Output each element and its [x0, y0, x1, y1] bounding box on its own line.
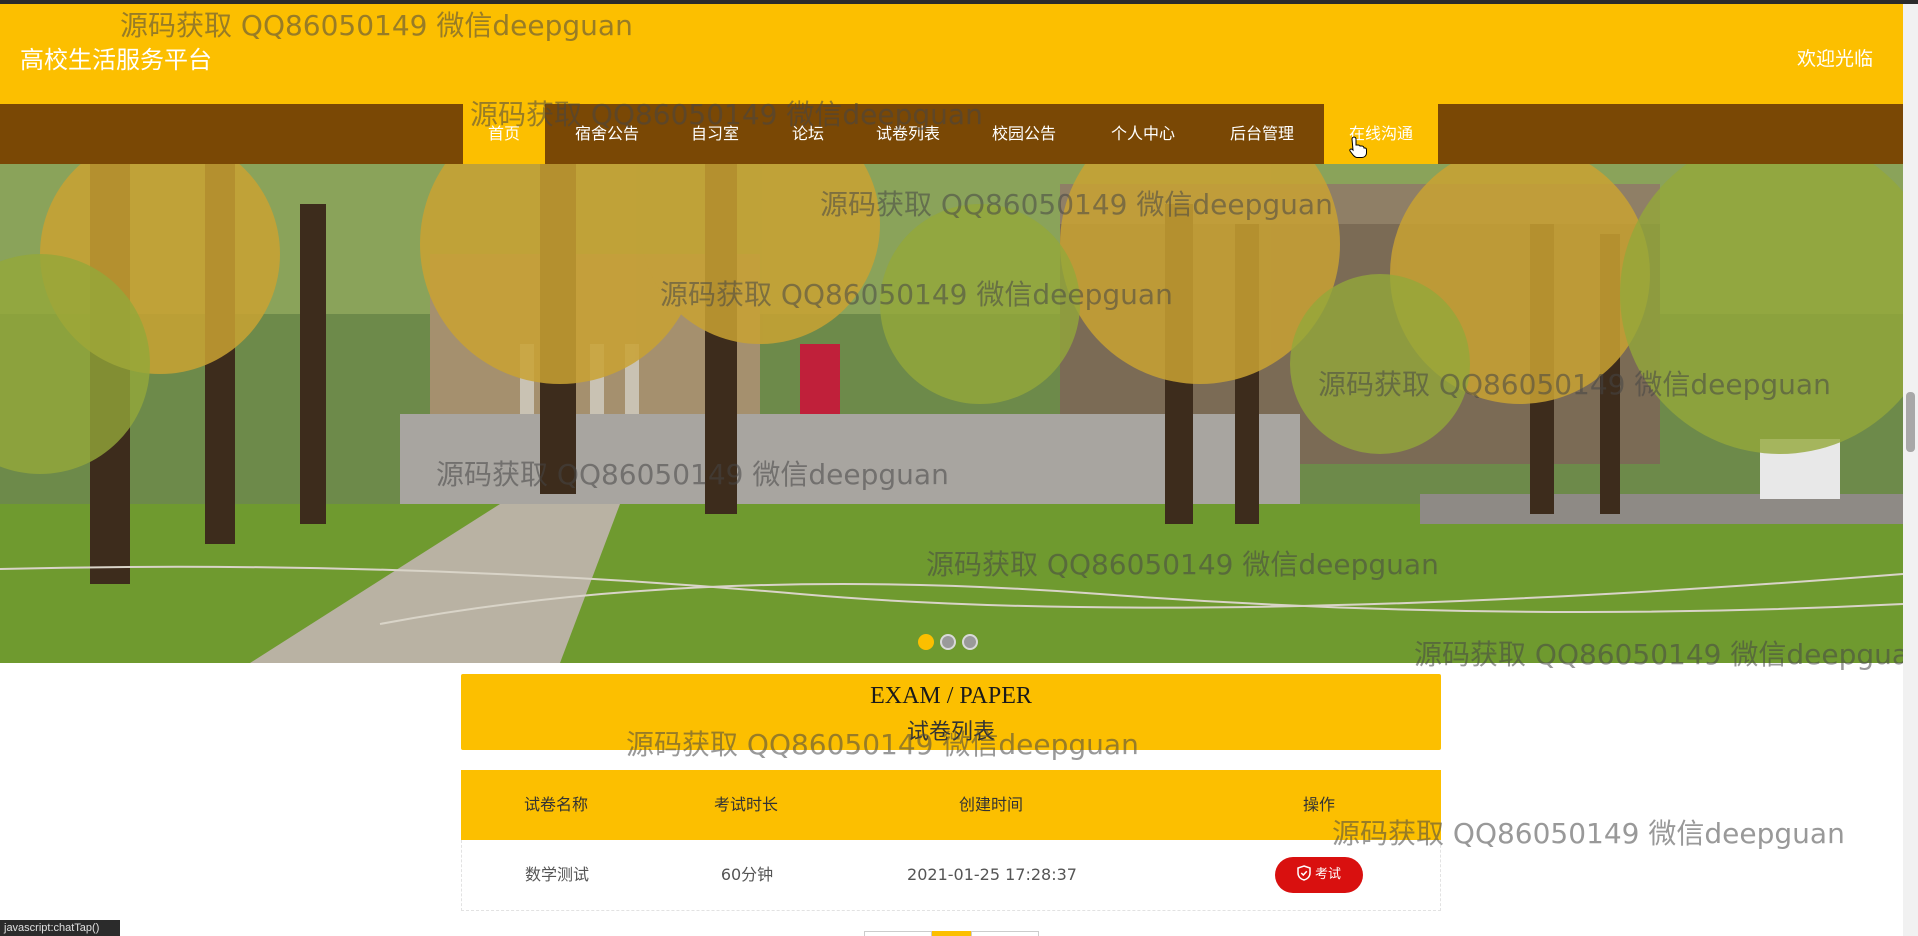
take-exam-button[interactable]: 考试	[1275, 857, 1363, 893]
column-header-created: 创建时间	[958, 795, 1023, 814]
table-header: 试卷名称 考试时长 创建时间 操作	[461, 770, 1441, 840]
carousel-dot-2[interactable]	[940, 634, 956, 650]
banner-carousel[interactable]	[0, 164, 1903, 663]
hand-cursor-icon	[1349, 136, 1367, 163]
nav-item-admin[interactable]: 后台管理	[1214, 104, 1310, 164]
welcome-text: 欢迎光临	[1796, 48, 1873, 70]
carousel-dot-1[interactable]	[918, 634, 934, 650]
nav-item-exam-list[interactable]: 试卷列表	[860, 104, 956, 164]
nav-item-dorm-notice[interactable]: 宿舍公告	[555, 104, 659, 164]
shield-check-icon	[1297, 865, 1311, 881]
browser-status-bar: javascript:chatTap()	[0, 920, 120, 936]
nav-item-personal-center[interactable]: 个人中心	[1095, 104, 1191, 164]
pagination-next[interactable]	[971, 931, 1039, 936]
section-title-cn: 试卷列表	[906, 720, 995, 745]
nav-item-campus-notice[interactable]: 校园公告	[976, 104, 1072, 164]
section-header: EXAM / PAPER 试卷列表	[461, 674, 1441, 750]
exam-name: 数学测试	[524, 865, 589, 884]
scrollbar-thumb[interactable]	[1906, 392, 1915, 452]
nav-item-home[interactable]: 首页	[463, 104, 545, 164]
column-header-name: 试卷名称	[523, 795, 588, 814]
exam-duration: 60分钟	[720, 865, 774, 884]
site-title[interactable]: 高校生活服务平台	[20, 40, 212, 75]
main-nav: 首页 宿舍公告 自习室 论坛 试卷列表 校园公告 个人中心 后台管理 在线沟通	[0, 104, 1903, 164]
site-header: 高校生活服务平台 欢迎光临	[0, 4, 1903, 104]
column-header-duration: 考试时长	[713, 795, 778, 814]
carousel-dot-3[interactable]	[962, 634, 978, 650]
pagination-page-1[interactable]	[932, 931, 971, 936]
campus-photo	[0, 164, 1903, 663]
nav-item-online-chat[interactable]: 在线沟通	[1324, 104, 1438, 164]
section-title-en: EXAM / PAPER	[870, 683, 1032, 709]
column-header-action: 操作	[1302, 795, 1335, 814]
nav-item-study-room[interactable]: 自习室	[673, 104, 757, 164]
take-exam-label: 考试	[1314, 867, 1341, 882]
page-scrollbar[interactable]	[1903, 4, 1918, 936]
pagination-prev[interactable]	[864, 931, 932, 936]
nav-item-forum[interactable]: 论坛	[770, 104, 846, 164]
exam-created-time: 2021-01-25 17:28:37	[907, 865, 1077, 884]
